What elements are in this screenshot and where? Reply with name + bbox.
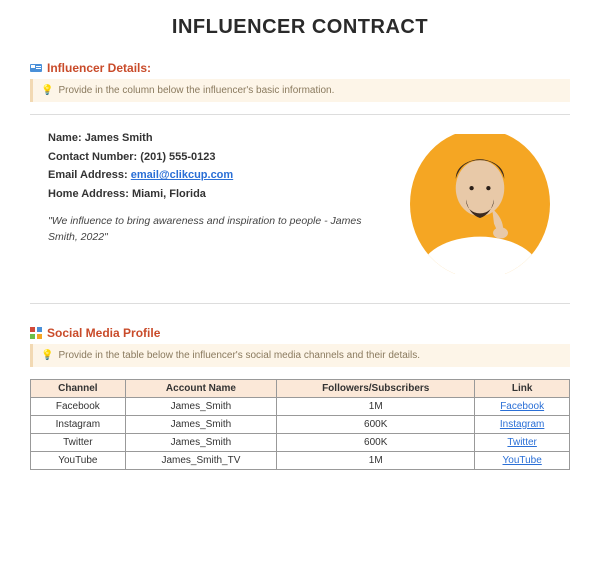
cell-followers: 600K	[277, 416, 475, 434]
email-link[interactable]: email@clikcup.com	[131, 169, 233, 181]
cell-link[interactable]: Facebook	[500, 401, 544, 412]
cell-channel: Twitter	[31, 434, 126, 452]
page-title: INFLUENCER CONTRACT	[30, 16, 570, 39]
col-channel: Channel	[31, 380, 126, 398]
address-label: Home Address:	[48, 188, 129, 200]
cell-link[interactable]: Instagram	[500, 419, 544, 430]
cell-followers: 1M	[277, 452, 475, 470]
cell-link[interactable]: YouTube	[503, 455, 542, 466]
social-media-table: Channel Account Name Followers/Subscribe…	[30, 379, 570, 470]
hint-bar-social: 💡 Provide in the table below the influen…	[30, 344, 570, 367]
divider	[30, 303, 570, 304]
lightbulb-icon: 💡	[41, 350, 53, 361]
col-followers: Followers/Subscribers	[277, 380, 475, 398]
contact-label: Contact Number:	[48, 151, 137, 163]
cell-followers: 1M	[277, 398, 475, 416]
email-label: Email Address:	[48, 169, 128, 181]
hint-bar-details: 💡 Provide in the column below the influe…	[30, 79, 570, 102]
hint-text: Provide in the column below the influenc…	[58, 85, 334, 96]
table-row: Facebook James_Smith 1M Facebook	[31, 398, 570, 416]
table-header-row: Channel Account Name Followers/Subscribe…	[31, 380, 570, 398]
hint-text: Provide in the table below the influence…	[58, 350, 420, 361]
section-heading: Social Media Profile	[47, 326, 160, 340]
avatar-wrap	[410, 129, 570, 279]
influencer-details-block: Name: James Smith Contact Number: (201) …	[30, 129, 570, 293]
name-value: James Smith	[85, 132, 153, 144]
cell-channel: Facebook	[31, 398, 126, 416]
name-label: Name:	[48, 132, 82, 144]
table-row: Twitter James_Smith 600K Twitter	[31, 434, 570, 452]
influencer-details-text: Name: James Smith Contact Number: (201) …	[30, 129, 390, 245]
section-heading: Influencer Details:	[47, 61, 151, 75]
influencer-quote: "We influence to bring awareness and ins…	[48, 214, 390, 246]
lightbulb-icon: 💡	[41, 85, 53, 96]
profile-card-icon	[30, 62, 42, 74]
address-value: Miami, Florida	[132, 188, 206, 200]
cell-channel: Instagram	[31, 416, 126, 434]
col-account: Account Name	[125, 380, 276, 398]
section-header-social: Social Media Profile	[30, 326, 570, 340]
table-row: Instagram James_Smith 600K Instagram	[31, 416, 570, 434]
cell-account: James_Smith	[125, 434, 276, 452]
cell-channel: YouTube	[31, 452, 126, 470]
divider	[30, 114, 570, 115]
cell-account: James_Smith_TV	[125, 452, 276, 470]
col-link: Link	[475, 380, 570, 398]
social-icon	[30, 327, 42, 339]
table-row: YouTube James_Smith_TV 1M YouTube	[31, 452, 570, 470]
cell-account: James_Smith	[125, 416, 276, 434]
cell-account: James_Smith	[125, 398, 276, 416]
section-header-details: Influencer Details:	[30, 61, 570, 75]
contact-value: (201) 555-0123	[140, 151, 215, 163]
influencer-avatar	[410, 129, 550, 279]
cell-link[interactable]: Twitter	[507, 437, 536, 448]
cell-followers: 600K	[277, 434, 475, 452]
